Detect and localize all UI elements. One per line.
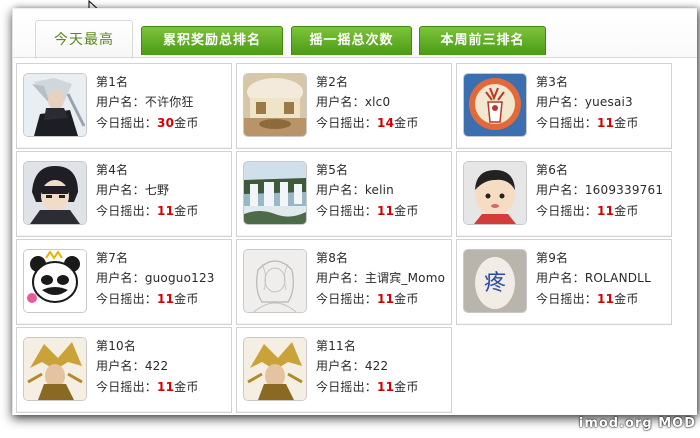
rank-label: 第1名 bbox=[96, 75, 129, 89]
username-line: 用户名：kelin bbox=[316, 183, 394, 197]
today-amount-line: 今日摇出：11金币 bbox=[536, 292, 639, 306]
today-amount-line: 今日摇出：11金币 bbox=[316, 292, 419, 306]
today-amount-line: 今日摇出：14金币 bbox=[316, 116, 419, 130]
rank-card-6[interactable]: 第6名 用户名：1609339761 今日摇出：11金币 bbox=[456, 151, 672, 237]
anime-boy-avatar-icon[interactable] bbox=[23, 161, 87, 225]
rank-label: 第10名 bbox=[96, 339, 137, 353]
amount-value: 11 bbox=[157, 380, 175, 394]
rank-card-10[interactable]: 第10名 用户名：422 今日摇出：11金币 bbox=[16, 327, 232, 413]
rank-label: 第8名 bbox=[316, 251, 349, 265]
rank-card-9[interactable]: 疼 第9名 用户名：ROLANDLL 今日摇出：11金币 bbox=[456, 239, 672, 325]
rank-card-7[interactable]: 第7名 用户名：guoguo123 今日摇出：11金币 bbox=[16, 239, 232, 325]
username: 422 bbox=[364, 359, 389, 373]
rank-card-5[interactable]: 第5名 用户名：kelin 今日摇出：11金币 bbox=[236, 151, 452, 237]
tab-bar: 今天最高 累积奖励总排名 摇一摇总次数 本周前三排名 bbox=[13, 9, 697, 59]
username: 1609339761 bbox=[584, 183, 664, 197]
warrior-avatar-icon[interactable] bbox=[23, 73, 87, 137]
username-line: 用户名：七野 bbox=[96, 183, 170, 197]
username-line: 用户名：1609339761 bbox=[536, 183, 664, 197]
today-amount-line: 今日摇出：11金币 bbox=[536, 116, 639, 130]
tab-shake-total-count[interactable]: 摇一摇总次数 bbox=[291, 26, 412, 55]
today-amount-line: 今日摇出：11金币 bbox=[536, 204, 639, 218]
username: ROLANDLL bbox=[584, 271, 651, 285]
amount-value: 11 bbox=[597, 292, 615, 306]
rank-label: 第11名 bbox=[316, 339, 357, 353]
rank-label: 第5名 bbox=[316, 163, 349, 177]
ranking-grid: 第1名 用户名：不许你狂 今日摇出：30金币 第2名 用户名：xlc0 今日摇出… bbox=[16, 63, 676, 413]
amount-value: 11 bbox=[597, 116, 615, 130]
username: yuesai3 bbox=[584, 95, 633, 109]
username: guoguo123 bbox=[144, 271, 215, 285]
tab-cumulative-reward-ranking[interactable]: 累积奖励总排名 bbox=[141, 26, 283, 55]
username: 不许你狂 bbox=[144, 95, 194, 109]
username-line: 用户名：422 bbox=[96, 359, 169, 373]
rank-card-4[interactable]: 第4名 用户名：七野 今日摇出：11金币 bbox=[16, 151, 232, 237]
amount-value: 11 bbox=[597, 204, 615, 218]
cartoon-kid-avatar-icon[interactable] bbox=[463, 161, 527, 225]
amount-value: 11 bbox=[157, 204, 175, 218]
username-line: 用户名：422 bbox=[316, 359, 389, 373]
rank-label: 第4名 bbox=[96, 163, 129, 177]
rank-label: 第9名 bbox=[536, 251, 569, 265]
egg-avatar-icon[interactable]: 疼 bbox=[463, 249, 527, 313]
today-amount-line: 今日摇出：11金币 bbox=[96, 380, 199, 394]
waterfall-avatar-icon[interactable] bbox=[243, 161, 307, 225]
amount-value: 11 bbox=[377, 292, 395, 306]
username-line: 用户名：ROLANDLL bbox=[536, 271, 651, 285]
username-line: 用户名：不许你狂 bbox=[96, 95, 194, 109]
watermark: imod.org MOD bbox=[578, 416, 696, 431]
leaderboard-panel: 今天最高 累积奖励总排名 摇一摇总次数 本周前三排名 第1名 用户名：不许你狂 … bbox=[12, 8, 697, 415]
panda-avatar-icon[interactable] bbox=[23, 249, 87, 313]
amount-value: 30 bbox=[157, 116, 175, 130]
rank-card-2[interactable]: 第2名 用户名：xlc0 今日摇出：14金币 bbox=[236, 63, 452, 149]
username-line: 用户名：xlc0 bbox=[316, 95, 391, 109]
tab-week-top-three[interactable]: 本周前三排名 bbox=[419, 26, 546, 55]
username-line: 用户名：yuesai3 bbox=[536, 95, 633, 109]
rank-label: 第7名 bbox=[96, 251, 129, 265]
tab-today-highest[interactable]: 今天最高 bbox=[35, 20, 133, 59]
username-line: 用户名：主谓宾_Momo bbox=[316, 271, 446, 285]
username: 422 bbox=[144, 359, 169, 373]
username: 主谓宾_Momo bbox=[364, 271, 446, 285]
username: xlc0 bbox=[364, 95, 391, 109]
rank-label: 第3名 bbox=[536, 75, 569, 89]
rank-card-3[interactable]: 第3名 用户名：yuesai3 今日摇出：11金币 bbox=[456, 63, 672, 149]
today-amount-line: 今日摇出：11金币 bbox=[96, 292, 199, 306]
deer-art-avatar-icon[interactable] bbox=[463, 73, 527, 137]
amount-value: 14 bbox=[377, 116, 395, 130]
username: kelin bbox=[364, 183, 394, 197]
rank-label: 第6名 bbox=[536, 163, 569, 177]
golden-warrior-avatar-icon[interactable] bbox=[243, 337, 307, 401]
today-amount-line: 今日摇出：11金币 bbox=[316, 380, 419, 394]
rank-label: 第2名 bbox=[316, 75, 349, 89]
today-amount-line: 今日摇出：11金币 bbox=[316, 204, 419, 218]
username: 七野 bbox=[144, 183, 170, 197]
golden-warrior-avatar-icon[interactable] bbox=[23, 337, 87, 401]
amount-value: 11 bbox=[157, 292, 175, 306]
amount-value: 11 bbox=[377, 380, 395, 394]
egg-character: 疼 bbox=[484, 271, 506, 296]
today-amount-line: 今日摇出：11金币 bbox=[96, 204, 199, 218]
rank-card-8[interactable]: 第8名 用户名：主谓宾_Momo 今日摇出：11金币 bbox=[236, 239, 452, 325]
today-amount-line: 今日摇出：30金币 bbox=[96, 116, 199, 130]
username-line: 用户名：guoguo123 bbox=[96, 271, 215, 285]
amount-value: 11 bbox=[377, 204, 395, 218]
rank-card-11[interactable]: 第11名 用户名：422 今日摇出：11金币 bbox=[236, 327, 452, 413]
sketch-avatar-icon[interactable] bbox=[243, 249, 307, 313]
rank-card-1[interactable]: 第1名 用户名：不许你狂 今日摇出：30金币 bbox=[16, 63, 232, 149]
room-photo-avatar-icon[interactable] bbox=[243, 73, 307, 137]
